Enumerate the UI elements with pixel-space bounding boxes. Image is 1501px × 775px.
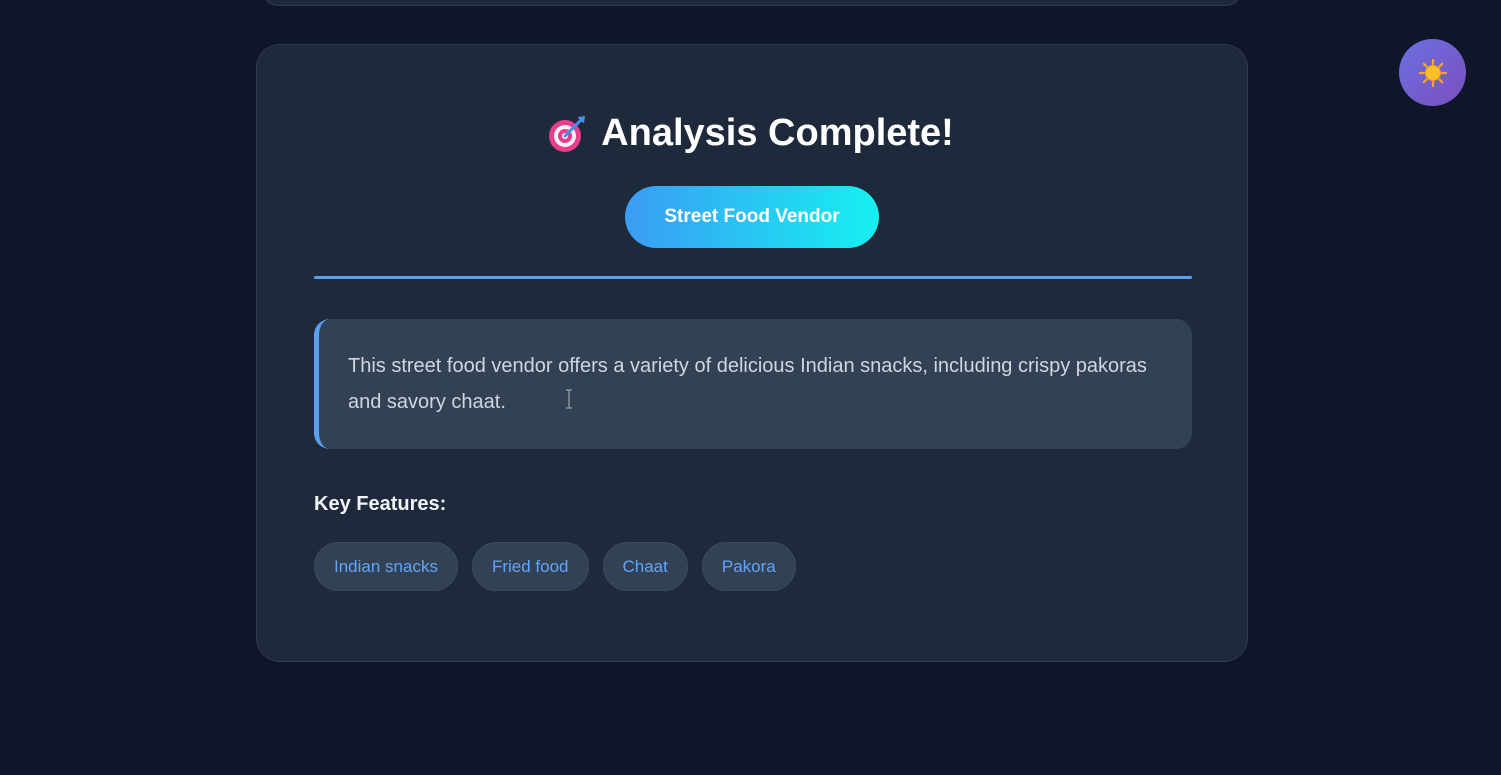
category-label: Street Food Vendor [664,206,840,227]
feature-tags: Indian snacks Fried food Chaat Pakora [314,542,796,591]
description-text: This street food vendor offers a variety… [348,355,1147,413]
target-dart-icon [549,115,586,152]
theme-toggle-button[interactable] [1399,39,1466,106]
feature-tag: Chaat [602,542,688,591]
page: Analysis Complete! Street Food Vendor Th… [0,0,1501,775]
result-heading: Analysis Complete! [0,112,1501,155]
description-box: This street food vendor offers a variety… [314,319,1192,449]
feature-tag: Indian snacks [314,542,458,591]
sun-icon [1418,58,1447,87]
text-cursor-icon [566,389,572,409]
divider [314,276,1192,279]
previous-card [262,0,1242,6]
feature-tag: Fried food [471,542,589,591]
feature-tag: Pakora [701,542,796,591]
key-features-label: Key Features: [314,493,447,515]
category-badge: Street Food Vendor [625,186,879,248]
heading-text: Analysis Complete! [601,112,954,154]
